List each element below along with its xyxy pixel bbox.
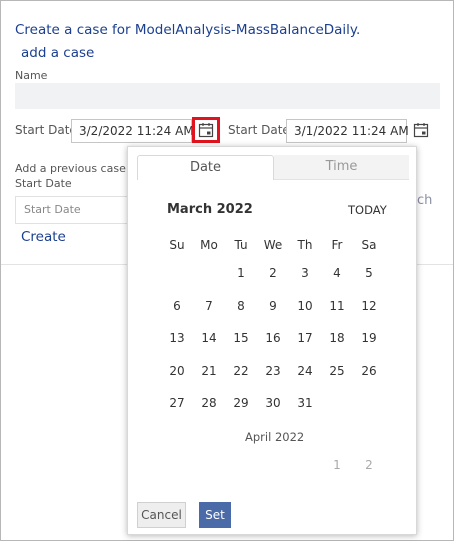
calendar-button-2[interactable]: [407, 117, 435, 143]
add-case-link[interactable]: add a case: [21, 45, 94, 61]
cancel-button[interactable]: Cancel: [137, 502, 186, 528]
tab-time[interactable]: Time: [274, 155, 409, 180]
day-cell[interactable]: 24: [289, 364, 321, 378]
day-cell[interactable]: 5: [353, 266, 385, 280]
day-cell[interactable]: 8: [225, 299, 257, 313]
weekday-label: We: [263, 238, 283, 252]
weekday-label: Su: [169, 238, 185, 252]
day-cell[interactable]: 2: [257, 266, 289, 280]
current-month-label: March 2022: [167, 202, 253, 217]
week-row: 27 28 29 30 31: [161, 387, 417, 420]
day-cell[interactable]: 26: [353, 364, 385, 378]
day-cell[interactable]: 17: [289, 331, 321, 345]
start-date-input[interactable]: 3/2/2022 11:24 AM: [71, 119, 194, 143]
day-cell[interactable]: 1: [225, 266, 257, 280]
day-cell[interactable]: 22: [225, 364, 257, 378]
day-cell[interactable]: 3: [289, 266, 321, 280]
day-cell[interactable]: 28: [193, 396, 225, 410]
day-cell[interactable]: 30: [257, 396, 289, 410]
previous-case-label: Add a previous case: [15, 162, 126, 175]
day-cell[interactable]: 31: [289, 396, 321, 410]
week-row: 12345: [161, 257, 417, 290]
next-month-day-cell[interactable]: 2: [353, 458, 385, 472]
day-cell[interactable]: 29: [225, 396, 257, 410]
day-cell[interactable]: 16: [257, 331, 289, 345]
day-cell[interactable]: 10: [289, 299, 321, 313]
week-row: 13 14 15 16 17 18 19: [161, 322, 417, 355]
today-button[interactable]: TODAY: [348, 203, 387, 217]
day-cell[interactable]: 18: [321, 331, 353, 345]
previous-case-start-label: Start Date: [15, 177, 72, 190]
weekday-label: Fr: [331, 238, 343, 252]
tab-date[interactable]: Date: [137, 155, 274, 180]
page-title: Create a case for ModelAnalysis-MassBala…: [15, 22, 361, 38]
day-cell[interactable]: 21: [193, 364, 225, 378]
day-cell[interactable]: 13: [161, 331, 193, 345]
day-cell[interactable]: 20: [161, 364, 193, 378]
next-month-week-row: 12: [161, 449, 417, 482]
weekday-label: Th: [297, 238, 313, 252]
start-date-label: Start Date: [15, 123, 77, 137]
day-cell[interactable]: 19: [353, 331, 385, 345]
next-month-day-cell[interactable]: 1: [321, 458, 353, 472]
week-row: 20 21 22 23 24 25 26: [161, 355, 417, 388]
next-month-label: April 2022: [245, 430, 305, 444]
obscured-link-text: ch: [417, 193, 433, 208]
start-date-label-2: Start Date: [228, 123, 290, 137]
calendar-icon: [198, 123, 214, 138]
day-cell[interactable]: 12: [353, 299, 385, 313]
day-cell[interactable]: 6: [161, 299, 193, 313]
next-month-grid: 12: [161, 449, 417, 482]
day-cell[interactable]: 25: [321, 364, 353, 378]
day-cell[interactable]: 11: [321, 299, 353, 313]
name-label: Name: [15, 69, 48, 82]
day-cell[interactable]: 27: [161, 396, 193, 410]
day-cell[interactable]: 15: [225, 331, 257, 345]
name-input[interactable]: [15, 83, 440, 109]
weekday-label: Tu: [234, 238, 248, 252]
weekday-label: Sa: [361, 238, 377, 252]
date-time-tabs: Date Time: [137, 155, 409, 180]
day-cell[interactable]: 4: [321, 266, 353, 280]
calendar-icon: [413, 123, 429, 138]
day-cell[interactable]: 7: [193, 299, 225, 313]
weekday-label: Mo: [200, 238, 218, 252]
day-cell[interactable]: 9: [257, 299, 289, 313]
calendar-grid: Su Mo Tu We Th Fr Sa 1 2 3 4 5 6 7 8 9 10 11 12 13 14…: [161, 233, 417, 420]
start-date-input-2[interactable]: 3/1/2022 11:24 AM: [286, 119, 409, 143]
create-link[interactable]: Create: [21, 229, 66, 245]
week-row: 6 7 8 9 10 11 12: [161, 290, 417, 323]
set-button[interactable]: Set: [199, 502, 231, 528]
weekday-header-row: Su Mo Tu We Th Fr Sa: [161, 233, 417, 257]
day-cell[interactable]: 23: [257, 364, 289, 378]
date-picker-popup: Date Time March 2022 TODAY Su Mo Tu We T…: [127, 146, 417, 535]
previous-case-start-date-input[interactable]: Start Date: [15, 196, 135, 224]
day-cell[interactable]: 14: [193, 331, 225, 345]
calendar-button[interactable]: [192, 117, 220, 143]
